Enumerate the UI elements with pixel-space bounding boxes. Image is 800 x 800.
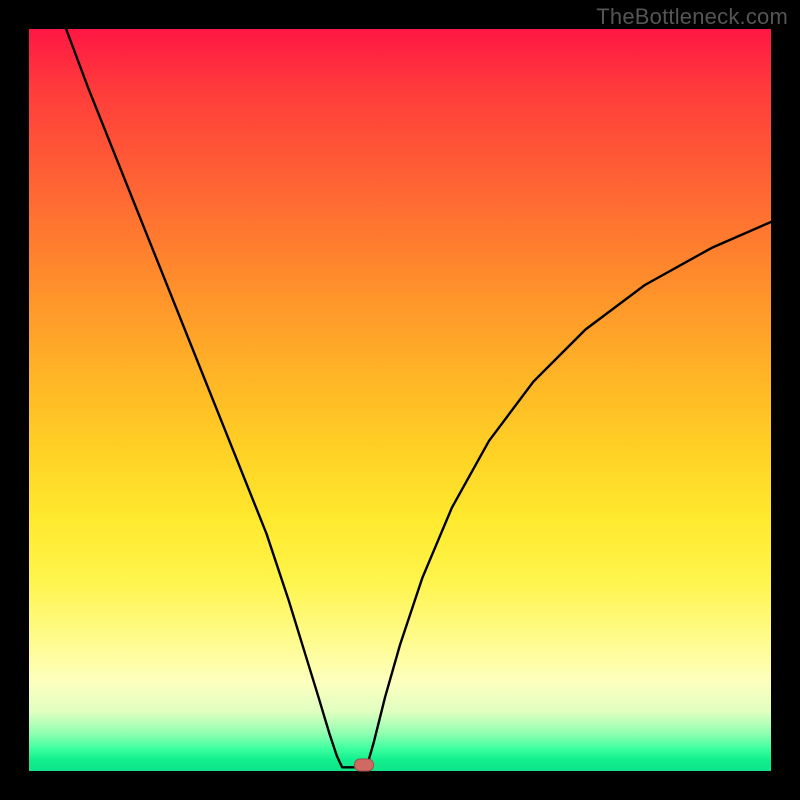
valley-marker — [354, 759, 374, 772]
chart-frame: TheBottleneck.com — [0, 0, 800, 800]
curve-svg — [29, 29, 771, 771]
watermark-text: TheBottleneck.com — [596, 4, 788, 30]
plot-area — [29, 29, 771, 771]
bottleneck-curve — [66, 29, 771, 767]
